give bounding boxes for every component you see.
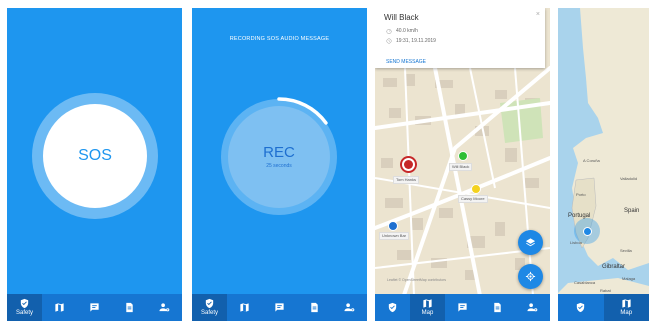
layers-icon <box>525 238 536 247</box>
recording-progress-ring: REC 25 seconds <box>216 94 342 220</box>
shield-icon <box>205 298 214 309</box>
recording-screen: RECORDING SOS AUDIO MESSAGE REC 25 secon… <box>192 8 367 321</box>
nav-tab-documents[interactable] <box>297 294 332 321</box>
shield-icon <box>20 298 29 309</box>
timestamp: 19:31, 19.11.2019 <box>396 38 436 44</box>
bottom-nav: Safety <box>7 294 182 321</box>
send-message-button[interactable]: SEND MESSAGE <box>386 59 426 65</box>
rec-button[interactable]: REC 25 seconds <box>228 106 330 208</box>
contact-pin-tom[interactable] <box>400 156 417 173</box>
bottom-nav: Map <box>375 294 550 321</box>
city-label-coruna: A Coruña <box>583 158 600 163</box>
city-label-rabat: Rabat <box>600 288 611 293</box>
chat-icon <box>275 303 284 312</box>
document-icon <box>494 302 501 313</box>
nav-tab-contacts[interactable] <box>147 294 182 321</box>
nav-label-map: Map <box>620 310 633 316</box>
close-icon[interactable]: × <box>536 11 540 18</box>
bottom-nav: Map <box>558 294 649 321</box>
nav-tab-safety[interactable] <box>375 294 410 321</box>
pin-label-tom: Tom Hanks <box>393 176 420 184</box>
my-location-button[interactable] <box>518 264 543 289</box>
crosshair-icon <box>525 271 536 282</box>
nav-tab-map[interactable]: Map <box>603 294 649 321</box>
time-row: 19:31, 19.11.2019 <box>386 38 436 44</box>
shield-icon <box>388 302 397 313</box>
nav-tab-map[interactable]: Map <box>410 294 445 321</box>
nav-tab-documents[interactable] <box>480 294 515 321</box>
recording-title: RECORDING SOS AUDIO MESSAGE <box>229 36 330 42</box>
nav-tab-safety[interactable]: Safety <box>192 294 227 321</box>
chat-icon <box>458 303 467 312</box>
sos-button[interactable]: SOS <box>43 104 147 208</box>
map-icon <box>55 303 64 312</box>
rec-label: REC <box>263 144 295 161</box>
contact-pin-will[interactable] <box>458 151 468 161</box>
chat-icon <box>90 303 99 312</box>
region-map[interactable] <box>558 8 649 321</box>
map-icon <box>423 299 432 308</box>
shield-icon <box>577 302 585 313</box>
sos-button-ring: SOS <box>32 93 158 219</box>
city-label-lisboa: Lisboa <box>570 240 582 245</box>
sos-label: SOS <box>78 147 112 164</box>
region-map-screen: Portugal Spain Gibraltar A Coruña Vallad… <box>558 8 649 321</box>
nav-tab-contacts[interactable] <box>332 294 367 321</box>
pin-label-unknown: Unknown Bar <box>379 232 410 240</box>
nav-tab-safety[interactable]: Safety <box>7 294 42 321</box>
nav-label-safety: Safety <box>200 310 218 316</box>
speed-row: 40.0 km/h <box>386 28 418 34</box>
rec-seconds: 25 seconds <box>266 163 292 169</box>
nav-tab-documents[interactable] <box>112 294 147 321</box>
document-icon <box>126 302 133 313</box>
city-label-porto: Porto <box>576 192 586 197</box>
nav-label-map: Map <box>421 310 434 316</box>
country-label-spain: Spain <box>624 208 640 214</box>
nav-tab-safety[interactable] <box>558 294 604 321</box>
city-label-sevilla: Sevilla <box>620 248 632 253</box>
nav-tab-messages[interactable] <box>445 294 480 321</box>
pin-label-will: Will Black <box>449 163 473 171</box>
location-pin[interactable] <box>583 227 592 236</box>
map-screen: Will Black × 40.0 km/h 19:31, 19.11.2019… <box>375 8 550 321</box>
person-settings-icon <box>159 303 170 312</box>
document-icon <box>311 302 318 313</box>
contact-info-card: Will Black × 40.0 km/h 19:31, 19.11.2019… <box>375 8 545 68</box>
contact-pin-unknown[interactable] <box>388 221 398 231</box>
city-label-valladolid: Valladolid <box>620 176 638 181</box>
sos-screen: SOS Safety <box>7 8 182 321</box>
nav-tab-contacts[interactable] <box>515 294 550 321</box>
contact-name: Will Black <box>384 13 419 22</box>
layers-button[interactable] <box>518 230 543 255</box>
speedometer-icon <box>386 29 392 34</box>
nav-tab-map[interactable] <box>227 294 262 321</box>
bottom-nav: Safety <box>192 294 367 321</box>
clock-icon <box>386 38 392 44</box>
person-settings-icon <box>344 303 355 312</box>
nav-tab-messages[interactable] <box>262 294 297 321</box>
city-label-casablanca: Casablanca <box>574 280 596 285</box>
pin-label-cassy: Cassy Moore <box>458 195 488 203</box>
nav-label-safety: Safety <box>15 310 33 316</box>
nav-tab-map[interactable] <box>42 294 77 321</box>
speed-value: 40.0 km/h <box>396 28 418 34</box>
nav-tab-messages[interactable] <box>77 294 112 321</box>
city-label-malaga: Malaga <box>622 276 636 281</box>
map-attribution: Leaflet © OpenStreetMap contributors <box>387 278 446 282</box>
country-label-gibraltar: Gibraltar <box>602 264 626 270</box>
person-settings-icon <box>527 303 538 312</box>
map-icon <box>240 303 249 312</box>
country-label-portugal: Portugal <box>568 213 591 219</box>
contact-pin-cassy[interactable] <box>471 184 481 194</box>
map-icon <box>622 299 631 308</box>
